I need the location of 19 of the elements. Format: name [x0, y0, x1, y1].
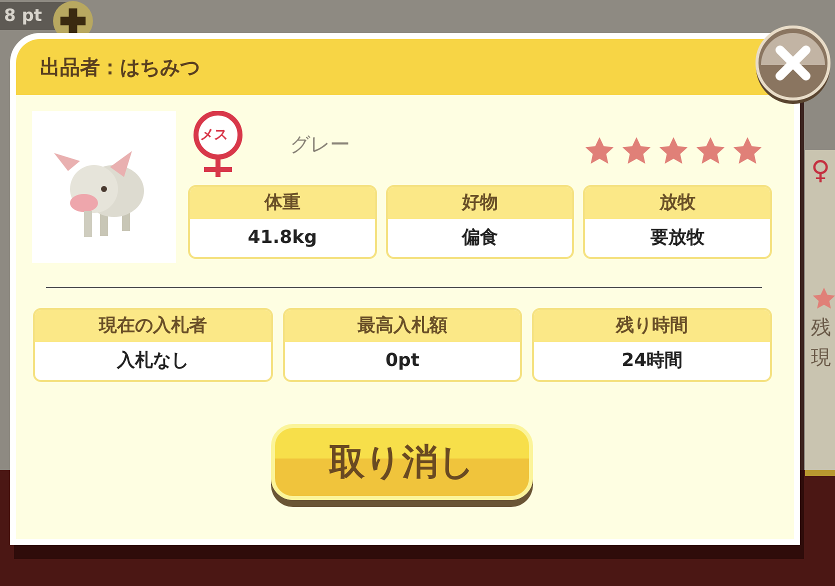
stat-value: 偏食	[460, 226, 499, 250]
auction-value: 24時間	[620, 349, 684, 373]
stat-label: 体重	[190, 187, 375, 219]
auction-label: 現在の入札者	[35, 310, 271, 342]
stat-label: 好物	[388, 187, 572, 219]
auction-value: 0pt	[384, 349, 421, 373]
gender-symbol: ♀	[811, 156, 830, 186]
color-name: グレー	[290, 131, 350, 158]
card-label: 残	[811, 314, 831, 341]
close-icon[interactable]	[753, 25, 833, 105]
card-label: 現	[811, 344, 831, 371]
auction-label: 最高入札額	[284, 310, 520, 342]
seller-title: 出品者：はちみつ	[40, 54, 200, 80]
stat-label: 放牧	[585, 187, 770, 219]
auction-label: 残り時間	[534, 310, 770, 342]
stat-value: 41.8kg	[246, 226, 318, 250]
auction-value: 入札なし	[116, 349, 190, 373]
stat-value: 要放牧	[650, 226, 706, 250]
sex-label: メス	[200, 126, 228, 145]
